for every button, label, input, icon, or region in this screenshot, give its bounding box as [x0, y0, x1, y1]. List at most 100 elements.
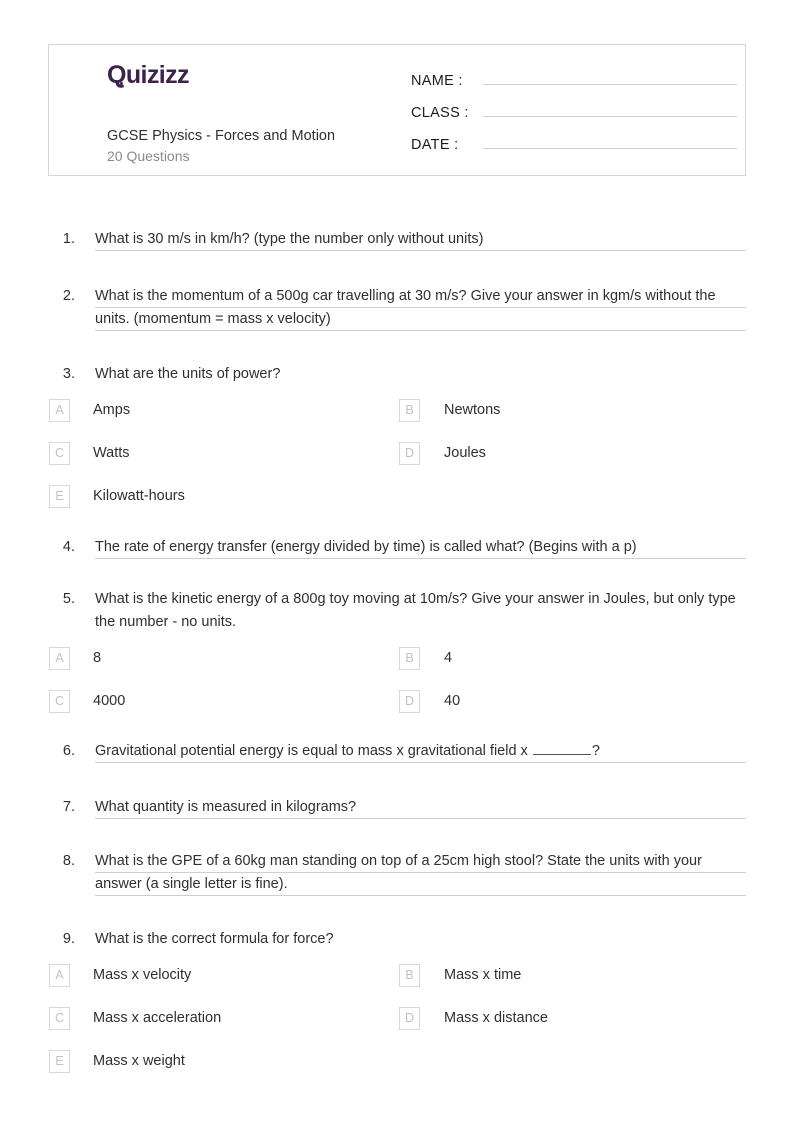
option-letter-box[interactable]: A	[49, 964, 70, 987]
answer-line[interactable]	[95, 796, 746, 819]
question-block: 9. What is the correct formula for force?…	[0, 928, 794, 1073]
question-number: 2.	[62, 288, 75, 304]
option-row: E Kilowatt-hours	[0, 485, 794, 508]
question-text-wrapper: What are the units of power?	[95, 363, 746, 386]
answer-lines[interactable]	[95, 740, 746, 763]
question-number: 3.	[62, 366, 75, 382]
date-field-row: DATE :	[411, 131, 737, 163]
answer-line[interactable]	[95, 308, 746, 331]
answer-lines[interactable]	[95, 536, 746, 559]
class-input-line[interactable]	[483, 99, 737, 117]
option-letter-box[interactable]: D	[399, 442, 420, 465]
option-label: Amps	[93, 402, 131, 418]
option-label: Mass x distance	[444, 1010, 548, 1026]
header-left-section: Quizizz GCSE Physics - Forces and Motion…	[59, 45, 409, 175]
option-letter-box[interactable]: C	[49, 1007, 70, 1030]
question-block: 5. What is the kinetic energy of a 800g t…	[0, 588, 794, 713]
question-number: 5.	[62, 591, 75, 607]
answer-lines[interactable]	[95, 850, 746, 896]
question-row: 3. What are the units of power?	[0, 363, 794, 386]
question-count-label: 20 Questions	[107, 148, 190, 164]
option-label: Watts	[93, 445, 130, 461]
answer-lines[interactable]	[95, 228, 746, 251]
option-row: A Amps B Newtons	[0, 399, 794, 422]
option-letter-box[interactable]: A	[49, 647, 70, 670]
answer-option[interactable]: C Mass x acceleration	[49, 1007, 399, 1030]
option-label: Mass x time	[444, 967, 522, 983]
question-row: 5. What is the kinetic energy of a 800g t…	[0, 588, 794, 634]
question-text: What is the correct formula for force?	[95, 931, 334, 947]
quiz-title: GCSE Physics - Forces and Motion	[107, 128, 336, 144]
question-number: 9.	[62, 931, 75, 947]
question-block: 7. What quantity is measured in kilograms…	[0, 796, 794, 819]
answer-lines[interactable]	[95, 285, 746, 331]
answer-line[interactable]	[95, 850, 746, 873]
question-number: 1.	[62, 231, 75, 247]
question-number: 6.	[62, 743, 75, 759]
answer-option[interactable]: E Kilowatt-hours	[49, 485, 399, 508]
name-field-label: NAME :	[411, 73, 463, 89]
option-label: 8	[93, 650, 102, 666]
option-row: C Watts D Joules	[0, 442, 794, 465]
question-number: 8.	[62, 853, 75, 869]
question-row: 9. What is the correct formula for force?	[0, 928, 794, 951]
date-input-line[interactable]	[483, 131, 737, 149]
answer-option[interactable]: D 40	[399, 690, 749, 713]
option-row: A Mass x velocity B Mass x time	[0, 964, 794, 987]
answer-option[interactable]: A Amps	[49, 399, 399, 422]
option-label: Newtons	[444, 402, 501, 418]
answer-line[interactable]	[95, 536, 746, 559]
option-letter-box[interactable]: B	[399, 399, 420, 422]
option-label: 4	[444, 650, 453, 666]
answer-lines[interactable]	[95, 796, 746, 819]
option-letter-box[interactable]: D	[399, 690, 420, 713]
question-block: 8. What is the GPE of a 60kg man standing…	[0, 850, 794, 896]
answer-option[interactable]: A Mass x velocity	[49, 964, 399, 987]
answer-option[interactable]: B4	[399, 647, 749, 670]
answer-line[interactable]	[95, 873, 746, 896]
question-block: 6. Gravitational potential energy is equa…	[0, 740, 794, 763]
answer-option[interactable]: C Watts	[49, 442, 399, 465]
answer-option[interactable]: B Mass x time	[399, 964, 749, 987]
answer-line[interactable]	[95, 285, 746, 308]
option-letter-box[interactable]: C	[49, 442, 70, 465]
student-info-fields: NAME : CLASS : DATE :	[411, 67, 737, 163]
class-field-label: CLASS :	[411, 105, 469, 121]
option-grid: A 8 B 4 C 4000 D 40	[0, 647, 794, 713]
option-label: Kilowatt-hours	[93, 488, 185, 504]
answer-line[interactable]	[95, 228, 746, 251]
option-letter-box[interactable]: E	[49, 485, 70, 508]
option-label: 4000	[93, 693, 126, 709]
answer-option[interactable]: C 4000	[49, 690, 399, 713]
option-letter-box[interactable]: B	[399, 964, 420, 987]
answer-option[interactable]: A8	[49, 647, 399, 670]
question-block: 3. What are the units of power? A Amps B Newt…	[0, 363, 794, 508]
question-text: What is the kinetic energy of a 800g toy…	[95, 591, 736, 630]
quizizz-logo: Quizizz	[107, 63, 190, 88]
option-letter-box[interactable]: E	[49, 1050, 70, 1073]
question-number: 4.	[62, 539, 75, 555]
option-letter-box[interactable]: B	[399, 647, 420, 670]
option-row: C 4000 D 40	[0, 690, 794, 713]
name-field-row: NAME :	[411, 67, 737, 99]
question-block: 4. The rate of energy transfer (energy di…	[0, 536, 794, 559]
question-list: 1. What is 30 m/s in km/h? (type the numb…	[0, 228, 794, 1073]
option-letter-box[interactable]: C	[49, 690, 70, 713]
answer-line[interactable]	[95, 740, 746, 763]
option-row: A8B4	[0, 647, 794, 670]
answer-option[interactable]: B Newtons	[399, 399, 749, 422]
question-text-wrapper: What is the correct formula for force?	[95, 928, 746, 951]
name-input-line[interactable]	[483, 67, 737, 85]
answer-option[interactable]: E Mass x weight	[49, 1050, 399, 1073]
option-letter-box[interactable]: A	[49, 399, 70, 422]
option-row: E Mass x weight	[0, 1050, 794, 1073]
worksheet-header-card: Quizizz GCSE Physics - Forces and Motion…	[48, 44, 746, 176]
answer-option[interactable]: D Joules	[399, 442, 749, 465]
option-grid: A Mass x velocity B Mass x time C Mass x acce…	[0, 964, 794, 1073]
option-row: C Mass x acceleration D Mass x distance	[0, 1007, 794, 1030]
option-letter-box[interactable]: D	[399, 1007, 420, 1030]
option-label: Mass x acceleration	[93, 1010, 222, 1026]
answer-option[interactable]: D Mass x distance	[399, 1007, 749, 1030]
date-field-label: DATE :	[411, 137, 459, 153]
option-label: 40	[444, 693, 461, 709]
